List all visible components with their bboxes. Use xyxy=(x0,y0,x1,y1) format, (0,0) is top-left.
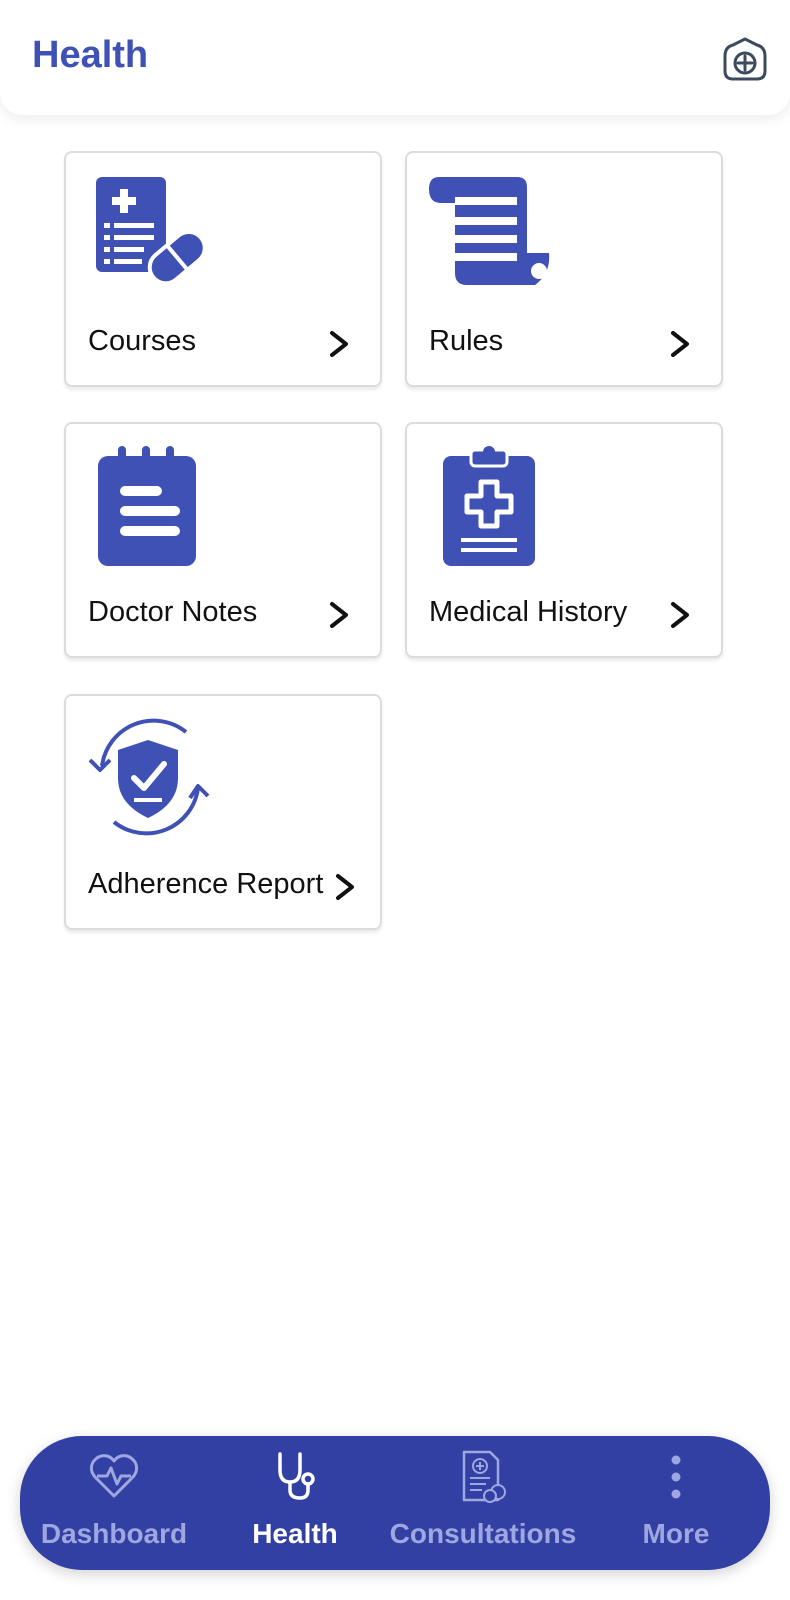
add-square-icon xyxy=(723,37,767,81)
nav-item-more[interactable]: More xyxy=(582,1436,770,1570)
chevron-right-icon xyxy=(671,602,689,628)
nav-item-health[interactable]: Health xyxy=(201,1436,389,1570)
chevron-right-icon xyxy=(671,331,689,357)
bottom-navigation: Dashboard Health Consultations More xyxy=(20,1436,770,1570)
medical-prescription-icon xyxy=(96,177,207,286)
nav-label: Consultations xyxy=(389,1518,577,1549)
page-title: Health xyxy=(32,34,149,76)
card-rules[interactable]: Rules xyxy=(405,151,723,387)
nav-item-consultations[interactable]: Consultations xyxy=(383,1436,583,1570)
stethoscope-icon xyxy=(278,1452,315,1500)
add-button[interactable] xyxy=(722,36,768,82)
heartbeat-icon xyxy=(89,1454,139,1498)
nav-label: Dashboard xyxy=(40,1518,188,1549)
shield-check-icon xyxy=(88,718,210,836)
nav-item-dashboard[interactable]: Dashboard xyxy=(20,1436,208,1570)
more-vertical-icon xyxy=(671,1455,681,1499)
nav-label: Health xyxy=(252,1518,338,1549)
health-screen: Health Courses Rules Doctor Notes Medica… xyxy=(0,0,790,1600)
notepad-icon xyxy=(98,446,196,566)
card-courses[interactable]: Courses xyxy=(64,151,382,387)
prescription-document-icon xyxy=(462,1450,506,1503)
header: Health xyxy=(0,0,790,115)
chevron-right-icon xyxy=(336,874,354,900)
card-label: Medical History xyxy=(429,596,628,628)
chevron-right-icon xyxy=(330,602,348,628)
medical-clipboard-icon xyxy=(443,446,535,566)
scroll-icon xyxy=(429,177,550,285)
chevron-right-icon xyxy=(330,331,348,357)
card-adherence-report[interactable]: Adherence Report xyxy=(64,694,382,930)
card-label: Rules xyxy=(429,325,504,357)
card-label: Doctor Notes xyxy=(88,596,258,628)
card-doctor-notes[interactable]: Doctor Notes xyxy=(64,422,382,658)
card-label: Adherence Report xyxy=(88,868,324,900)
nav-label: More xyxy=(642,1518,710,1549)
card-medical-history[interactable]: Medical History xyxy=(405,422,723,658)
card-label: Courses xyxy=(88,325,196,357)
